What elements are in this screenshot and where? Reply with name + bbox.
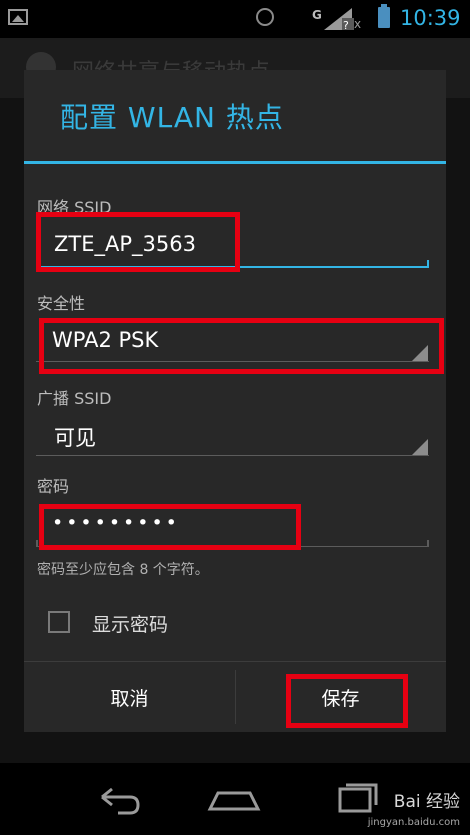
recent-apps-icon[interactable] <box>330 773 390 823</box>
broadcast-underline <box>36 455 429 456</box>
back-icon[interactable] <box>88 773 148 823</box>
status-clock: 10:39 <box>400 6 461 30</box>
ssid-highlight-box <box>36 212 240 272</box>
cancel-button[interactable]: 取消 <box>24 662 235 732</box>
wlan-hotspot-dialog: 配置 WLAN 热点 网络 SSID ZTE_AP_3563 安全性 WPA2 … <box>24 70 446 732</box>
baidu-watermark: Bai 经验 <box>393 792 460 812</box>
broadcast-spinner[interactable]: 可见 <box>54 422 96 452</box>
password-highlight-box <box>39 504 301 550</box>
signal-icon: G ? x <box>312 8 361 30</box>
alarm-icon <box>256 8 274 26</box>
watermark-url: jingyan.baidu.com <box>367 817 460 828</box>
signal-type: G <box>312 8 322 22</box>
navigation-bar: Bai 经验 jingyan.baidu.com <box>0 763 470 835</box>
svg-text:?: ? <box>343 19 349 30</box>
show-password-label[interactable]: 显示密码 <box>92 610 168 637</box>
broadcast-dropdown-icon[interactable] <box>412 439 428 455</box>
password-hint: 密码至少应包含 8 个字符。 <box>37 562 209 578</box>
show-password-checkbox[interactable] <box>48 611 70 633</box>
svg-text:x: x <box>354 17 361 30</box>
security-highlight-box <box>39 318 444 374</box>
home-icon[interactable] <box>204 773 264 823</box>
battery-icon <box>378 4 390 28</box>
title-divider <box>24 161 446 164</box>
security-label: 安全性 <box>37 294 86 313</box>
status-bar: G ? x 10:39 <box>0 0 470 38</box>
dialog-title: 配置 WLAN 热点 <box>60 101 284 134</box>
image-icon <box>8 9 28 25</box>
password-label: 密码 <box>37 477 70 496</box>
broadcast-label: 广播 SSID <box>37 389 112 408</box>
save-highlight-box <box>286 674 408 728</box>
